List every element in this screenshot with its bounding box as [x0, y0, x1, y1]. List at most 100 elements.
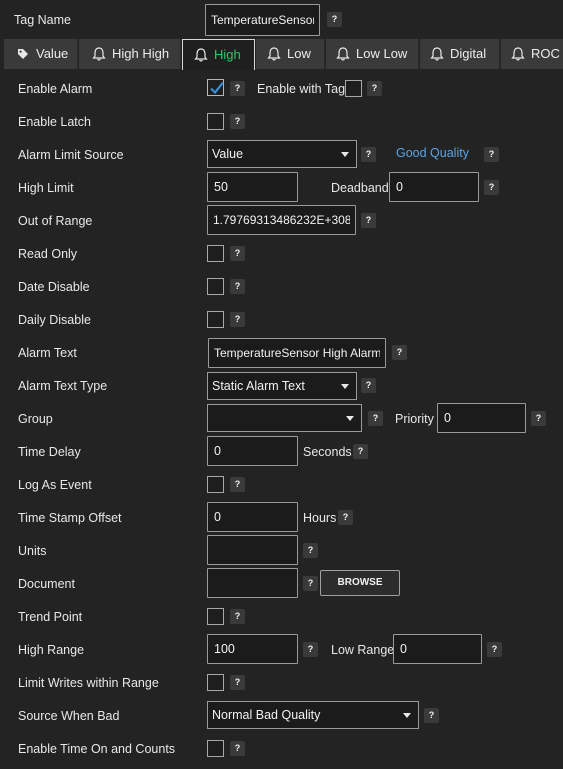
- bell-icon: [336, 47, 350, 61]
- limit-writes-checkbox[interactable]: [207, 674, 224, 691]
- deadband-input[interactable]: [389, 172, 479, 202]
- enable-latch-help-icon[interactable]: ?: [230, 114, 245, 129]
- units-input[interactable]: [207, 535, 298, 565]
- time-delay-input[interactable]: [207, 436, 298, 466]
- read-only-help-icon[interactable]: ?: [230, 246, 245, 261]
- trend-point-checkbox[interactable]: [207, 608, 224, 625]
- bell-icon: [267, 47, 281, 61]
- time-delay-unit: Seconds: [303, 445, 352, 459]
- low-range-input[interactable]: [393, 634, 482, 664]
- alarm-text-type-select[interactable]: Static Alarm Text: [207, 372, 357, 400]
- enable-time-on-checkbox[interactable]: [207, 740, 224, 757]
- low-range-help-icon[interactable]: ?: [487, 642, 502, 657]
- alarm-text-type-value: Static Alarm Text: [212, 379, 305, 393]
- out-of-range-help-icon[interactable]: ?: [361, 213, 376, 228]
- deadband-label: Deadband: [331, 181, 389, 195]
- high-range-help-icon[interactable]: ?: [303, 642, 318, 657]
- tab-low-low[interactable]: Low Low: [326, 39, 419, 69]
- tab-value-label: Value: [36, 46, 69, 61]
- time-stamp-offset-unit: Hours: [303, 511, 337, 525]
- time-delay-label: Time Delay: [18, 445, 81, 459]
- high-limit-input[interactable]: [207, 172, 298, 202]
- log-as-event-label: Log As Event: [18, 478, 92, 492]
- daily-disable-help-icon[interactable]: ?: [230, 312, 245, 327]
- group-label: Group: [18, 412, 53, 426]
- tab-high-high[interactable]: High High: [79, 39, 181, 69]
- read-only-checkbox[interactable]: [207, 245, 224, 262]
- trend-point-help-icon[interactable]: ?: [230, 609, 245, 624]
- quality-status-link[interactable]: Good Quality: [396, 145, 469, 161]
- tag-icon: [18, 49, 28, 59]
- tab-digital-label: Digital: [450, 46, 487, 61]
- group-select[interactable]: [207, 404, 362, 432]
- tag-name-input[interactable]: [205, 4, 320, 36]
- priority-help-icon[interactable]: ?: [531, 411, 546, 426]
- tag-name-help-icon[interactable]: ?: [327, 12, 342, 27]
- limit-writes-help-icon[interactable]: ?: [230, 675, 245, 690]
- tab-value[interactable]: Value: [4, 39, 78, 69]
- document-label: Document: [18, 577, 75, 591]
- alarm-limit-source-help-icon[interactable]: ?: [361, 147, 376, 162]
- source-when-bad-value: Normal Bad Quality: [212, 708, 321, 722]
- bell-icon: [511, 47, 525, 61]
- date-disable-label: Date Disable: [18, 280, 90, 294]
- source-when-bad-select[interactable]: Normal Bad Quality: [207, 701, 419, 729]
- time-delay-help-icon[interactable]: ?: [353, 444, 368, 459]
- alarm-text-type-label: Alarm Text Type: [18, 379, 108, 393]
- daily-disable-label: Daily Disable: [18, 313, 91, 327]
- time-stamp-offset-input[interactable]: [207, 502, 298, 532]
- low-range-label: Low Range: [331, 643, 395, 657]
- enable-alarm-label: Enable Alarm: [18, 82, 93, 96]
- log-as-event-help-icon[interactable]: ?: [230, 477, 245, 492]
- tab-low[interactable]: Low: [256, 39, 325, 69]
- enable-latch-checkbox[interactable]: [207, 113, 224, 130]
- chevron-down-icon: [341, 152, 349, 157]
- tab-roc[interactable]: ROC: [501, 39, 563, 69]
- units-label: Units: [18, 544, 47, 558]
- alarm-limit-source-value: Value: [212, 147, 244, 161]
- tab-high[interactable]: High: [182, 39, 255, 70]
- tab-high-label: High: [214, 47, 241, 62]
- enable-alarm-checkbox[interactable]: [207, 79, 224, 96]
- source-when-bad-help-icon[interactable]: ?: [424, 708, 439, 723]
- bell-icon: [430, 47, 444, 61]
- log-as-event-checkbox[interactable]: [207, 476, 224, 493]
- time-stamp-offset-help-icon[interactable]: ?: [338, 510, 353, 525]
- priority-input[interactable]: [437, 403, 526, 433]
- browse-button[interactable]: BROWSE: [320, 570, 400, 596]
- bell-icon: [92, 47, 106, 61]
- tab-high-high-label: High High: [112, 46, 170, 61]
- document-input[interactable]: [207, 568, 298, 598]
- tab-digital[interactable]: Digital: [420, 39, 500, 69]
- alarm-text-input[interactable]: [208, 338, 386, 368]
- alarm-limit-source-select[interactable]: Value: [207, 140, 357, 168]
- deadband-help-icon[interactable]: ?: [484, 180, 499, 195]
- high-limit-label: High Limit: [18, 181, 74, 195]
- chevron-down-icon: [403, 713, 411, 718]
- units-help-icon[interactable]: ?: [303, 543, 318, 558]
- date-disable-help-icon[interactable]: ?: [230, 279, 245, 294]
- high-range-label: High Range: [18, 643, 85, 657]
- enable-with-tag-help-icon[interactable]: ?: [367, 81, 382, 96]
- daily-disable-checkbox[interactable]: [207, 311, 224, 328]
- enable-time-on-label: Enable Time On and Counts: [18, 742, 176, 756]
- quality-status-help-icon[interactable]: ?: [484, 147, 499, 162]
- tag-name-label: Tag Name: [14, 13, 71, 27]
- tab-roc-label: ROC: [531, 46, 560, 61]
- alarm-text-type-help-icon[interactable]: ?: [361, 378, 376, 393]
- group-help-icon[interactable]: ?: [368, 411, 383, 426]
- high-range-input[interactable]: [207, 634, 298, 664]
- enable-with-tag-checkbox[interactable]: [345, 80, 362, 97]
- trend-point-label: Trend Point: [18, 610, 83, 624]
- date-disable-checkbox[interactable]: [207, 278, 224, 295]
- limit-writes-label: Limit Writes within Range: [18, 676, 159, 690]
- out-of-range-label: Out of Range: [18, 214, 93, 228]
- tab-low-label: Low: [287, 46, 311, 61]
- out-of-range-input[interactable]: [207, 205, 356, 235]
- enable-alarm-help-icon[interactable]: ?: [230, 81, 245, 96]
- document-help-icon[interactable]: ?: [303, 576, 318, 591]
- chevron-down-icon: [346, 416, 354, 421]
- alarm-text-help-icon[interactable]: ?: [392, 345, 407, 360]
- enable-latch-label: Enable Latch: [18, 115, 91, 129]
- enable-time-on-help-icon[interactable]: ?: [230, 741, 245, 756]
